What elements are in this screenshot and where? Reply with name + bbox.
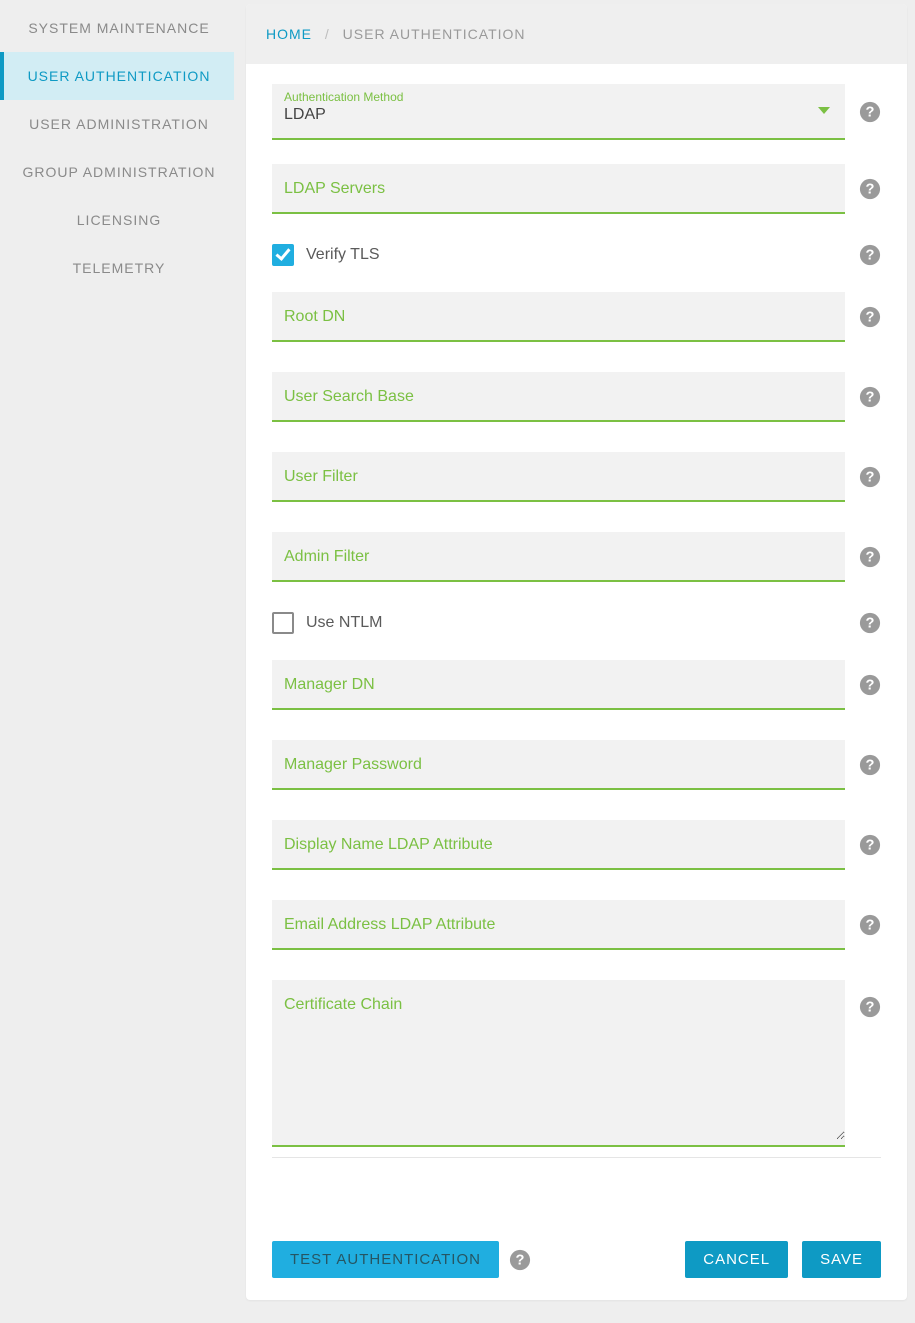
button-row: TEST AUTHENTICATION ? CANCEL SAVE bbox=[246, 1241, 907, 1300]
svg-text:?: ? bbox=[866, 105, 875, 121]
sidebar-item-user-authentication[interactable]: USER AUTHENTICATION bbox=[0, 52, 234, 100]
manager-password-input[interactable] bbox=[272, 740, 845, 788]
svg-text:?: ? bbox=[866, 616, 875, 632]
help-icon[interactable]: ? bbox=[509, 1249, 531, 1271]
caret-down-icon bbox=[817, 106, 831, 116]
help-icon[interactable]: ? bbox=[859, 101, 881, 123]
svg-text:?: ? bbox=[866, 470, 875, 486]
sidebar-item-user-administration[interactable]: USER ADMINISTRATION bbox=[0, 100, 234, 148]
help-icon[interactable]: ? bbox=[859, 466, 881, 488]
test-authentication-button[interactable]: TEST AUTHENTICATION bbox=[272, 1241, 499, 1278]
help-icon[interactable]: ? bbox=[859, 386, 881, 408]
breadcrumb: HOME / USER AUTHENTICATION bbox=[246, 4, 907, 64]
svg-text:?: ? bbox=[866, 182, 875, 198]
main-panel: HOME / USER AUTHENTICATION Authenticatio… bbox=[246, 4, 907, 1300]
help-icon[interactable]: ? bbox=[859, 546, 881, 568]
user-filter-input[interactable] bbox=[272, 452, 845, 500]
admin-filter-input[interactable] bbox=[272, 532, 845, 580]
svg-text:?: ? bbox=[866, 678, 875, 694]
verify-tls-label: Verify TLS bbox=[306, 246, 380, 264]
svg-text:?: ? bbox=[866, 390, 875, 406]
help-icon[interactable]: ? bbox=[859, 754, 881, 776]
divider bbox=[272, 1157, 881, 1158]
svg-text:?: ? bbox=[866, 248, 875, 264]
save-button[interactable]: SAVE bbox=[802, 1241, 881, 1278]
svg-text:?: ? bbox=[866, 838, 875, 854]
manager-dn-input[interactable] bbox=[272, 660, 845, 708]
ldap-servers-input[interactable] bbox=[272, 164, 845, 212]
svg-text:?: ? bbox=[866, 310, 875, 326]
help-icon[interactable]: ? bbox=[859, 612, 881, 634]
breadcrumb-current: USER AUTHENTICATION bbox=[343, 26, 526, 42]
help-icon[interactable]: ? bbox=[859, 178, 881, 200]
authentication-method-label: Authentication Method bbox=[284, 90, 833, 104]
use-ntlm-label: Use NTLM bbox=[306, 614, 382, 632]
help-icon[interactable]: ? bbox=[859, 244, 881, 266]
sidebar-item-system-maintenance[interactable]: SYSTEM MAINTENANCE bbox=[0, 4, 234, 52]
help-icon[interactable]: ? bbox=[859, 914, 881, 936]
svg-text:?: ? bbox=[866, 918, 875, 934]
authentication-method-value: LDAP bbox=[284, 106, 833, 124]
breadcrumb-home[interactable]: HOME bbox=[266, 26, 312, 42]
svg-text:?: ? bbox=[866, 1000, 875, 1016]
sidebar-item-group-administration[interactable]: GROUP ADMINISTRATION bbox=[0, 148, 234, 196]
help-icon[interactable]: ? bbox=[859, 306, 881, 328]
help-icon[interactable]: ? bbox=[859, 834, 881, 856]
email-attr-input[interactable] bbox=[272, 900, 845, 948]
help-icon[interactable]: ? bbox=[859, 674, 881, 696]
svg-text:?: ? bbox=[515, 1252, 524, 1268]
ldap-servers-field-wrap bbox=[272, 164, 845, 214]
breadcrumb-separator: / bbox=[325, 26, 330, 42]
verify-tls-checkbox[interactable] bbox=[272, 244, 294, 266]
use-ntlm-checkbox[interactable] bbox=[272, 612, 294, 634]
root-dn-input[interactable] bbox=[272, 292, 845, 340]
svg-text:?: ? bbox=[866, 550, 875, 566]
sidebar: SYSTEM MAINTENANCE USER AUTHENTICATION U… bbox=[0, 0, 234, 1310]
cancel-button[interactable]: CANCEL bbox=[685, 1241, 788, 1278]
display-name-attr-input[interactable] bbox=[272, 820, 845, 868]
svg-text:?: ? bbox=[866, 758, 875, 774]
sidebar-item-licensing[interactable]: LICENSING bbox=[0, 196, 234, 244]
certificate-chain-textarea[interactable] bbox=[272, 980, 845, 1140]
sidebar-item-telemetry[interactable]: TELEMETRY bbox=[0, 244, 234, 292]
help-icon[interactable]: ? bbox=[859, 996, 881, 1018]
user-search-base-input[interactable] bbox=[272, 372, 845, 420]
authentication-method-select[interactable]: Authentication Method LDAP bbox=[272, 84, 845, 140]
